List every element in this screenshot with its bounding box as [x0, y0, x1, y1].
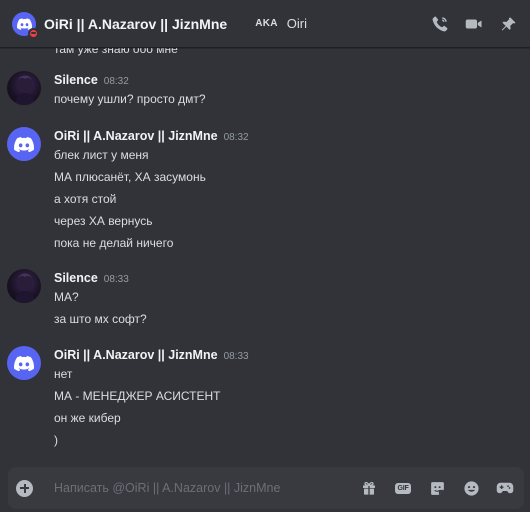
message-text: пока не делай ничего [54, 236, 174, 250]
message-composer: GIF [8, 467, 524, 509]
message-text: почему ушли? просто дмт? [54, 92, 206, 106]
silence-avatar-image [15, 75, 35, 105]
message-timestamp: 08:32 [103, 76, 129, 87]
message-text: ) [54, 433, 58, 447]
voice-call-icon[interactable] [430, 14, 450, 34]
header-actions [424, 14, 526, 34]
message-timestamp: 08:32 [223, 132, 249, 143]
message-text: МА? [54, 290, 79, 304]
gif-button[interactable]: GIF [393, 478, 413, 498]
gif-label: GIF [395, 482, 411, 494]
avatar[interactable] [7, 269, 41, 303]
avatar[interactable] [7, 346, 41, 380]
message-author[interactable]: Silence [54, 73, 98, 87]
message-author[interactable]: OiRi || A.Nazarov || JiznMne [54, 348, 218, 362]
message-text: а хотя стой [54, 192, 117, 206]
message-timestamp: 08:33 [103, 274, 129, 285]
sticker-icon[interactable] [427, 478, 447, 498]
message-input[interactable] [54, 481, 344, 495]
message-text: блек лист у меня [54, 148, 149, 162]
activities-gamepad-icon[interactable] [495, 478, 515, 498]
message-text: МА плюсанёт, ХА засумонь [54, 170, 206, 184]
header-avatar[interactable] [12, 11, 39, 39]
header-title[interactable]: OiRi || A.Nazarov || JiznMne [44, 16, 227, 32]
clipped-message-line: там уже знаю ооо мне [54, 48, 178, 56]
message-text: за што мх софт? [54, 312, 147, 326]
silence-avatar-image [15, 273, 35, 303]
avatar[interactable] [7, 71, 41, 105]
message-text: нет [54, 367, 73, 381]
channel-header: OiRi || A.Nazarov || JiznMne AKA Oiri [0, 0, 530, 48]
composer-actions: GIF [350, 478, 520, 498]
aka-label: AKA [255, 18, 278, 29]
message-author[interactable]: Silence [54, 271, 98, 285]
gift-icon[interactable] [359, 478, 379, 498]
message-list[interactable]: там уже знаю ооо мне Silence 08:32 почему… [0, 48, 530, 460]
discord-logo-icon [16, 17, 32, 30]
message-text: МА - МЕНЕДЖЕР АСИСТЕНТ [54, 389, 221, 403]
message-author[interactable]: OiRi || A.Nazarov || JiznMne [54, 129, 218, 143]
message-text: он же кибер [54, 411, 121, 425]
attach-plus-icon[interactable] [16, 479, 33, 497]
message-text: через ХА вернусь [54, 214, 153, 228]
discord-logo-icon [14, 355, 34, 371]
video-call-icon[interactable] [464, 14, 484, 34]
emoji-icon[interactable] [461, 478, 481, 498]
dnd-status-icon [28, 27, 39, 39]
avatar[interactable] [7, 127, 41, 161]
message-timestamp: 08:33 [223, 351, 249, 362]
pin-icon[interactable] [498, 14, 518, 34]
aka-name: Oiri [286, 16, 307, 31]
discord-logo-icon [14, 136, 34, 152]
